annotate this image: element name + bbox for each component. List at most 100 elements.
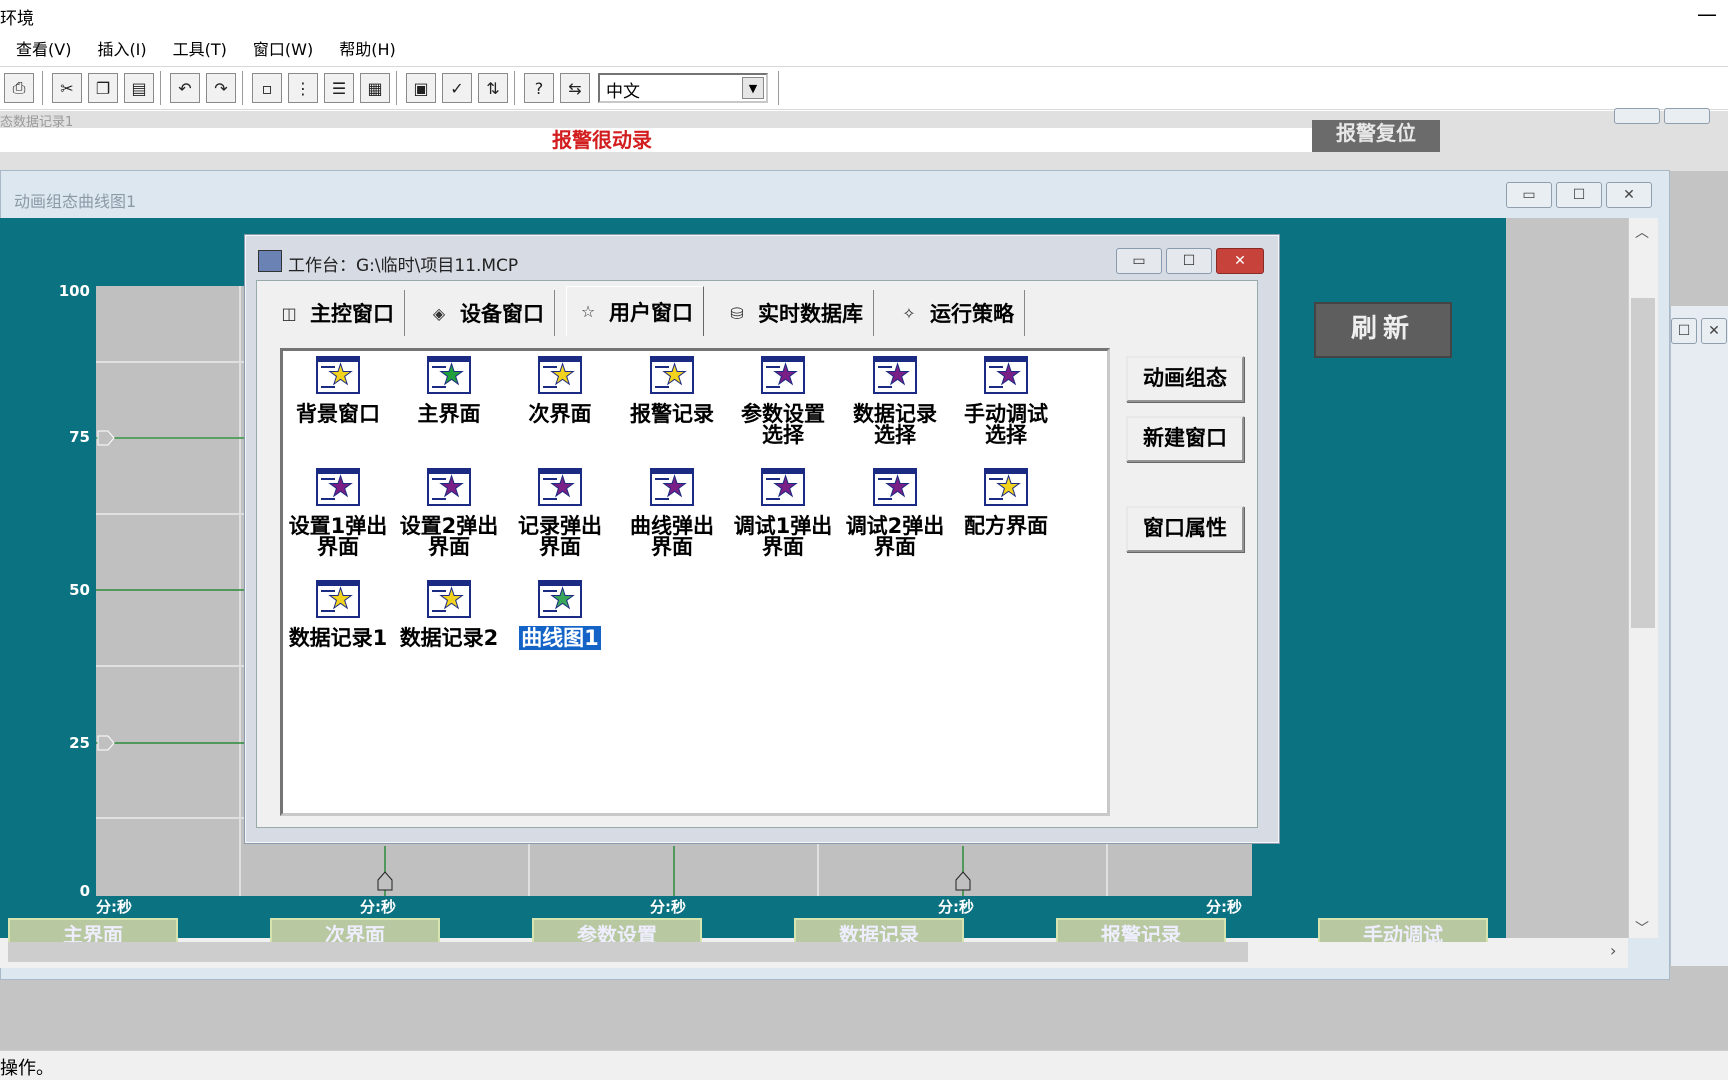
refresh-button[interactable]: 刷新 xyxy=(1314,302,1452,358)
x-cursor-marker[interactable] xyxy=(955,871,971,891)
user-window-item[interactable]: ★ 数据记录1 xyxy=(286,580,390,649)
language-select[interactable]: 中文 ▼ xyxy=(598,73,768,103)
tab-device-window[interactable]: ◈ 设备窗口 xyxy=(418,290,555,336)
menu-insert[interactable]: 插入(I) xyxy=(81,36,156,60)
scroll-thumb[interactable] xyxy=(1631,298,1655,628)
scroll-right-icon[interactable]: › xyxy=(1610,941,1616,960)
nav-manual-debug[interactable]: 手动调试 xyxy=(1318,918,1488,942)
preview-icon[interactable]: ⎙ xyxy=(4,73,34,103)
user-window-item-label: 背景窗口 xyxy=(296,402,380,426)
nav-secondary-screen[interactable]: 次界面 xyxy=(270,918,440,942)
nav-main-screen[interactable]: 主界面 xyxy=(8,918,178,942)
user-window-item-label: 设置1弹出界面 xyxy=(288,514,388,559)
user-window-item[interactable]: ★ 数据记录2 xyxy=(397,580,501,649)
user-window-item[interactable]: ★ 报警记录 xyxy=(620,356,724,425)
window-star-icon: ★ xyxy=(650,356,694,394)
user-window-item[interactable]: ★ 参数设置选择 xyxy=(731,356,835,446)
x-cursor-marker[interactable] xyxy=(377,871,393,891)
toolbar-separator xyxy=(42,71,44,105)
x-tick-label: 分:秒 xyxy=(360,898,396,916)
user-window-item[interactable]: ★ 曲线图1 xyxy=(508,580,612,651)
side-window-close-button[interactable]: ✕ xyxy=(1701,318,1727,344)
menu-window[interactable]: 窗口(W) xyxy=(237,36,323,60)
workbench-close-button[interactable]: ✕ xyxy=(1216,248,1264,274)
alarm-reset-button[interactable]: 报警复位 xyxy=(1312,120,1440,152)
window-star-icon: ★ xyxy=(538,580,582,618)
database-icon: ⛁ xyxy=(730,303,744,323)
check-icon[interactable]: ✓ xyxy=(442,73,472,103)
user-window-item-label: 数据记录2 xyxy=(399,626,499,650)
curve-window-title: 动画组态曲线图1 xyxy=(14,192,137,211)
marker-75[interactable] xyxy=(97,430,115,446)
user-window-item-label: 次界面 xyxy=(528,402,592,426)
curve-minimize-button[interactable]: ▭ xyxy=(1506,182,1552,208)
list-icon[interactable]: ☰ xyxy=(324,73,354,103)
marker-25[interactable] xyxy=(97,735,115,751)
grid-icon[interactable]: ▦ xyxy=(360,73,390,103)
window-star-icon: ★ xyxy=(873,468,917,506)
properties-icon[interactable]: ▣ xyxy=(406,73,436,103)
paste-icon[interactable]: ▤ xyxy=(124,73,154,103)
animation-config-button[interactable]: 动画组态 xyxy=(1126,356,1244,402)
x-tick-label: 分:秒 xyxy=(938,898,974,916)
tab-run-strategy[interactable]: ✧ 运行策略 xyxy=(888,290,1025,336)
user-window-item[interactable]: ★ 次界面 xyxy=(508,356,612,425)
redo-icon[interactable]: ↷ xyxy=(206,73,236,103)
tab-realtime-database[interactable]: ⛁ 实时数据库 xyxy=(716,290,874,336)
alarm-banner: 报警很动录 xyxy=(0,128,1312,152)
user-window-item[interactable]: ★ 配方界面 xyxy=(954,468,1058,537)
alarm-banner-text: 报警很动录 xyxy=(552,128,652,152)
tab-main-control[interactable]: ◫ 主控窗口 xyxy=(268,290,405,336)
user-window-item[interactable]: ★ 调试1弹出界面 xyxy=(731,468,835,558)
tab-user-window[interactable]: ☆ 用户窗口 xyxy=(566,286,704,336)
vertical-scrollbar[interactable]: ︿ ﹀ xyxy=(1628,218,1658,938)
background-maximize-button[interactable] xyxy=(1664,108,1710,124)
align-left-icon[interactable]: ▫ xyxy=(252,73,282,103)
nav-parameter-settings[interactable]: 参数设置 xyxy=(532,918,702,942)
workbench-minimize-button[interactable]: ▭ xyxy=(1116,248,1162,274)
menu-help[interactable]: 帮助(H) xyxy=(323,36,406,60)
tab-label: 设备窗口 xyxy=(460,302,544,326)
hscroll-thumb[interactable] xyxy=(8,942,1248,962)
side-window-maximize-button[interactable]: ☐ xyxy=(1671,318,1697,344)
y-tick-label: 75 xyxy=(69,428,90,446)
menu-tools[interactable]: 工具(T) xyxy=(157,36,237,60)
minimize-button[interactable]: — xyxy=(1697,2,1717,26)
chevron-down-icon[interactable]: ▼ xyxy=(742,77,764,99)
user-window-item[interactable]: ★ 设置1弹出界面 xyxy=(286,468,390,558)
copy-icon[interactable]: ❐ xyxy=(88,73,118,103)
y-tick-label: 0 xyxy=(79,882,90,900)
user-window-item[interactable]: ★ 数据记录选择 xyxy=(843,356,947,446)
user-window-item[interactable]: ★ 手动调试选择 xyxy=(954,356,1058,446)
nav-alarm-record[interactable]: 报警记录 xyxy=(1056,918,1226,942)
scroll-down-icon[interactable]: ﹀ xyxy=(1635,918,1649,938)
menu-view[interactable]: 查看(V) xyxy=(0,36,81,60)
user-window-item[interactable]: ★ 调试2弹出界面 xyxy=(843,468,947,558)
new-window-button[interactable]: 新建窗口 xyxy=(1126,416,1244,462)
cut-icon[interactable]: ✂ xyxy=(52,73,82,103)
sort-icon[interactable]: ⇅ xyxy=(478,73,508,103)
horizontal-scrollbar[interactable]: › xyxy=(0,938,1628,968)
scroll-up-icon[interactable]: ︿ xyxy=(1635,222,1649,242)
tree-icon[interactable]: ⋮ xyxy=(288,73,318,103)
user-window-item[interactable]: ★ 曲线弹出界面 xyxy=(620,468,724,558)
window-properties-button[interactable]: 窗口属性 xyxy=(1126,506,1244,552)
curve-right-panel xyxy=(1506,218,1628,938)
user-window-item[interactable]: ★ 记录弹出界面 xyxy=(508,468,612,558)
user-window-item[interactable]: ★ 设置2弹出界面 xyxy=(397,468,501,558)
help-icon[interactable]: ? xyxy=(524,73,554,103)
app-title: 环境 xyxy=(0,9,34,29)
side-window: ☐ ✕ xyxy=(1670,306,1728,966)
workbench-maximize-button[interactable]: ☐ xyxy=(1166,248,1212,274)
window-star-icon: ★ xyxy=(538,356,582,394)
curve-maximize-button[interactable]: ☐ xyxy=(1556,182,1602,208)
curve-close-button[interactable]: ✕ xyxy=(1606,182,1652,208)
tab-label: 实时数据库 xyxy=(758,302,863,326)
user-window-item[interactable]: ★ 背景窗口 xyxy=(286,356,390,425)
background-minimize-button[interactable] xyxy=(1614,108,1660,124)
nav-data-record[interactable]: 数据记录 xyxy=(794,918,964,942)
translate-icon[interactable]: ⇆ xyxy=(560,73,590,103)
undo-icon[interactable]: ↶ xyxy=(170,73,200,103)
user-window-item[interactable]: ★ 主界面 xyxy=(397,356,501,425)
window-star-icon: ★ xyxy=(316,468,360,506)
